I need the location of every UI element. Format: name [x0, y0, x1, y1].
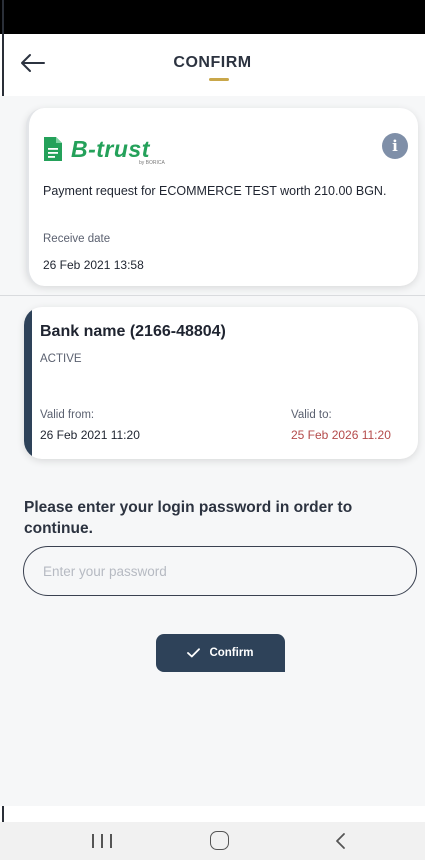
app-header: CONFIRM	[0, 34, 425, 96]
divider	[0, 295, 425, 296]
card-accent-bar	[24, 307, 32, 459]
brand-name: B-trust	[71, 135, 150, 162]
valid-from-label: Valid from:	[40, 409, 95, 421]
confirm-button[interactable]: Confirm	[156, 634, 285, 672]
info-icon[interactable]: i	[382, 133, 408, 159]
title-underline	[209, 78, 229, 81]
payment-request-card: B-trust by BORICA i Payment request for …	[26, 108, 418, 286]
btrust-logo: B-trust	[43, 136, 150, 162]
password-prompt: Please enter your login password in orde…	[24, 499, 353, 537]
chevron-left-icon[interactable]	[330, 830, 350, 852]
confirm-button-label: Confirm	[209, 647, 254, 659]
check-icon	[187, 648, 201, 658]
valid-from-value: 26 Feb 2021 11:20	[40, 428, 140, 442]
system-nav-bar	[0, 822, 425, 860]
recents-icon[interactable]	[92, 832, 112, 850]
receive-date-value: 26 Feb 2021 13:58	[43, 258, 144, 272]
account-status: ACTIVE	[40, 353, 82, 365]
password-input[interactable]	[23, 546, 417, 596]
page-title: CONFIRM	[173, 54, 252, 71]
brand-subtitle: by BORICA	[139, 160, 165, 166]
document-icon	[44, 137, 62, 161]
valid-to-value: 25 Feb 2026 11:20	[291, 428, 391, 442]
payment-request-text: Payment request for ECOMMERCE TEST worth…	[43, 184, 387, 198]
bank-name: Bank name (2166-48804)	[40, 323, 226, 340]
receive-date-label: Receive date	[43, 233, 111, 245]
bank-account-card: Bank name (2166-48804) ACTIVE Valid from…	[24, 307, 418, 459]
status-bar	[0, 0, 425, 34]
home-icon[interactable]	[210, 831, 229, 850]
valid-to-label: Valid to:	[291, 409, 332, 421]
